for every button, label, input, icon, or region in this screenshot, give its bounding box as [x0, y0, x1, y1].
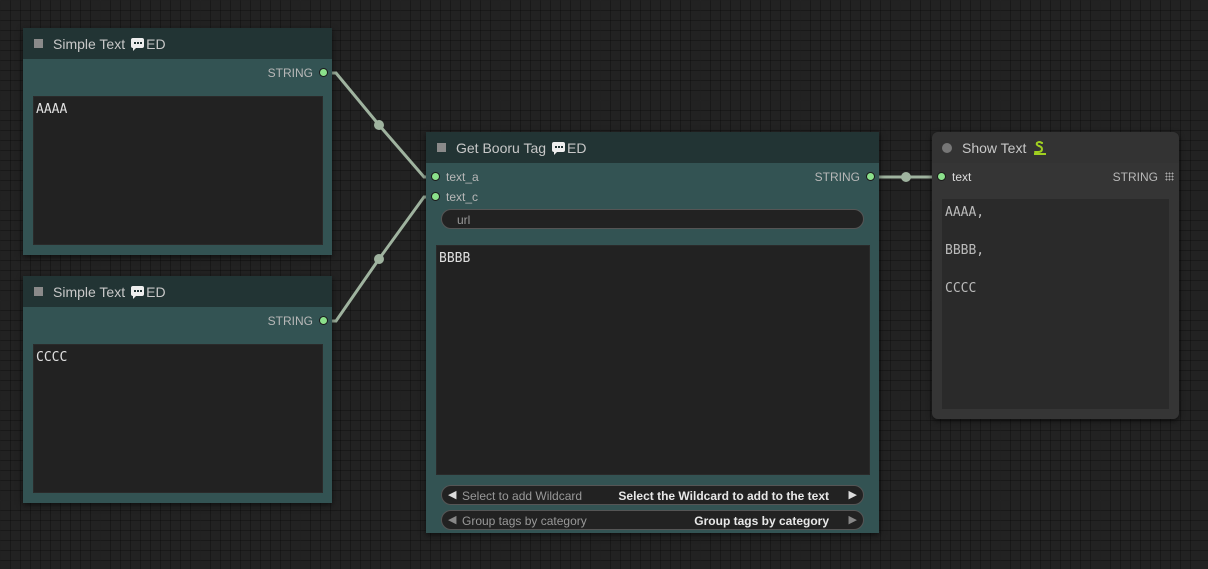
input-slot-text_c[interactable] [432, 193, 439, 200]
show-text-node[interactable]: Show Text text STRING AAAA, BBBB, CCCC [932, 132, 1179, 419]
node-badge: ED [146, 35, 166, 52]
triangle-right-icon[interactable]: ▶ [849, 513, 857, 526]
node-body: STRING CCCC [23, 307, 332, 503]
group-tags-select[interactable]: ◀ Group tags by category Group tags by c… [441, 510, 864, 530]
input-slot-text[interactable] [938, 173, 945, 180]
collapse-toggle-icon[interactable] [34, 287, 43, 296]
text-area: AAAA, BBBB, CCCC [942, 199, 1169, 409]
text-area[interactable]: BBBB [436, 245, 870, 475]
node-title-bar[interactable]: Simple Text ED [23, 276, 332, 307]
collapse-toggle-icon[interactable] [34, 39, 43, 48]
node-title: Simple Text [53, 35, 126, 52]
output-label: STRING [267, 66, 313, 80]
node-title-bar[interactable]: Get Booru Tag ED [426, 132, 879, 163]
input-label-text_c: text_c [446, 190, 479, 204]
triangle-left-icon[interactable]: ◀ [448, 513, 456, 526]
node-badge: ED [567, 139, 587, 156]
simple-text-node-1[interactable]: Simple Text ED STRING AAAA [23, 28, 332, 255]
grid-icon[interactable] [1165, 172, 1174, 181]
node-body: text_a text_c STRING url BBBB ◀ Select t… [426, 163, 879, 533]
triangle-left-icon[interactable]: ◀ [448, 488, 456, 501]
collapse-toggle-icon[interactable] [942, 142, 952, 153]
chat-bubble-icon [131, 285, 145, 299]
output-label: STRING [814, 170, 860, 184]
input-label-text: text [952, 170, 972, 184]
text-area[interactable]: CCCC [33, 344, 323, 493]
group-tags-select-value: Group tags by category [694, 514, 829, 528]
output-slot[interactable] [320, 317, 327, 324]
input-slot-text_a[interactable] [432, 173, 439, 180]
chat-bubble-icon [552, 141, 566, 155]
group-tags-select-label: Group tags by category [462, 514, 587, 528]
triangle-right-icon[interactable]: ▶ [849, 488, 857, 501]
wildcard-select-label: Select to add Wildcard [462, 489, 583, 503]
output-slot[interactable] [320, 69, 327, 76]
node-body: text STRING AAAA, BBBB, CCCC [932, 163, 1179, 419]
output-label: STRING [1112, 170, 1158, 184]
node-title-bar[interactable]: Simple Text ED [23, 28, 332, 59]
link-midpoint [374, 120, 384, 130]
output-slot[interactable] [867, 173, 874, 180]
input-label-text_a: text_a [446, 170, 479, 184]
text-area[interactable]: AAAA [33, 96, 323, 245]
node-title: Show Text [962, 139, 1027, 156]
node-body: STRING AAAA [23, 59, 332, 255]
get-booru-tag-node[interactable]: Get Booru Tag ED text_a text_c STRING ur… [426, 132, 879, 533]
collapse-toggle-icon[interactable] [437, 143, 446, 152]
simple-text-node-2[interactable]: Simple Text ED STRING CCCC [23, 276, 332, 503]
link-midpoint [374, 254, 384, 264]
url-field[interactable]: url [441, 209, 864, 229]
node-title-bar[interactable]: Show Text [932, 132, 1179, 163]
node-badge: ED [146, 283, 166, 300]
snake-icon [1034, 140, 1047, 155]
wildcard-select[interactable]: ◀ Select to add Wildcard Select the Wild… [441, 485, 864, 505]
link-midpoint [901, 172, 911, 182]
output-label: STRING [267, 314, 313, 328]
url-field-label: url [457, 213, 471, 227]
node-title: Simple Text [53, 283, 126, 300]
node-title: Get Booru Tag [456, 139, 547, 156]
wildcard-select-value: Select the Wildcard to add to the text [618, 489, 829, 503]
chat-bubble-icon [131, 37, 145, 51]
